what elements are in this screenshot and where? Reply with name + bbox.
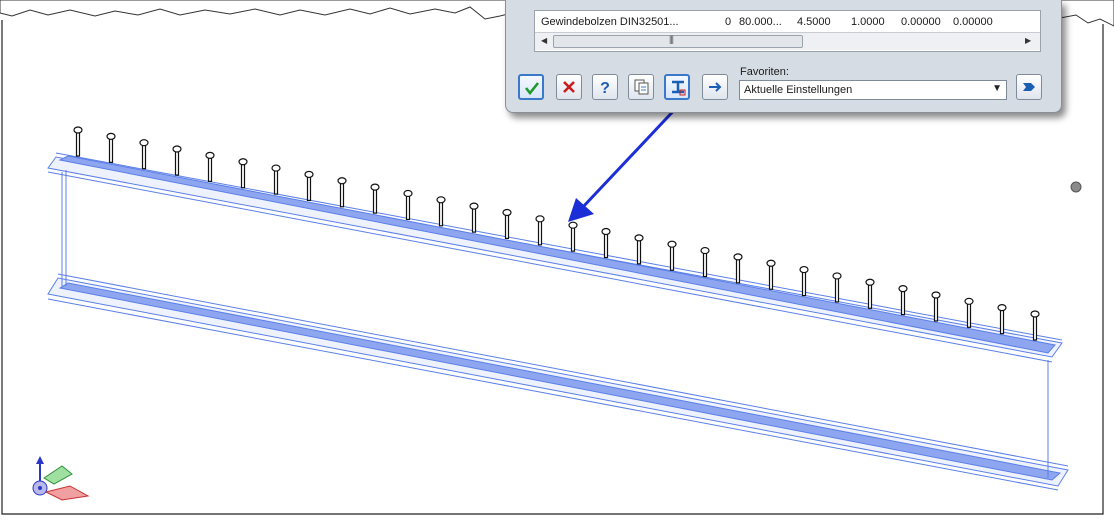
horizontal-scrollbar[interactable]: ◀ ||| ▶ [535, 32, 1040, 50]
apply-favorite-button[interactable] [1016, 74, 1042, 100]
stud-bolt [634, 234, 644, 265]
stud-bolt [337, 177, 347, 208]
next-button[interactable] [702, 74, 728, 100]
pivot-point-icon[interactable] [1070, 181, 1082, 193]
properties-dialog: Gewindebolzen DIN32501... 0 80.000... 4.… [505, 0, 1062, 113]
xyz-axis-triad-icon[interactable] [32, 456, 90, 501]
stud-bolt [535, 215, 545, 246]
scroll-left-icon[interactable]: ◀ [541, 36, 547, 45]
steel-beam[interactable] [47, 152, 1069, 491]
stud-bolt [106, 132, 116, 163]
stud-bolt [502, 208, 512, 240]
cell-col7: 0.00000 [953, 16, 993, 28]
stud-bolt [172, 145, 182, 176]
favorites-dropdown[interactable]: Aktuelle Einstellungen ▼ [739, 80, 1007, 100]
beam-select-button[interactable] [664, 74, 690, 100]
ok-button[interactable] [518, 74, 544, 100]
cell-col4: 4.5000 [797, 16, 831, 28]
annotation-arrow-head [568, 198, 594, 222]
stud-bolt [568, 221, 578, 252]
checkmark-icon [524, 82, 540, 96]
cell-col3: 80.000... [739, 16, 782, 28]
annotation-arrow-line [580, 102, 682, 210]
cancel-button[interactable] [556, 74, 582, 100]
bottom-flange-edge2 [57, 273, 1069, 467]
copy-button[interactable] [628, 74, 654, 100]
stud-bolt [205, 151, 215, 182]
bottom-flange-band [58, 282, 1062, 481]
stud-bolt [667, 240, 677, 271]
stud-bolt [139, 139, 149, 170]
stud-bolt [601, 227, 611, 259]
x-cancel-icon [563, 81, 575, 93]
table-row[interactable]: Gewindebolzen DIN32501... 0 80.000... 4.… [535, 14, 1040, 30]
stud-bolt [238, 158, 248, 189]
top-flange-edge [47, 171, 1053, 363]
stud-bolt [700, 246, 710, 278]
apply-favorite-icon [1023, 83, 1035, 91]
arrow-right-icon [709, 82, 722, 92]
stud-bolt [304, 170, 314, 202]
copy-document-icon [634, 79, 649, 95]
cell-col5: 1.0000 [851, 16, 885, 28]
stud-bolt [733, 253, 743, 284]
stud-bolt [436, 196, 446, 227]
svg-text:?: ? [600, 80, 610, 96]
stud-bolt [370, 183, 380, 214]
scroll-right-icon[interactable]: ▶ [1025, 36, 1031, 45]
stud-bolt [469, 202, 479, 233]
beam-select-icon [672, 80, 686, 96]
favorites-label: Favoriten: [740, 66, 789, 78]
scrollbar-thumb[interactable]: ||| [553, 34, 803, 48]
grip-icon: ||| [669, 34, 674, 44]
chevron-down-icon: ▼ [992, 83, 1002, 94]
cell-name: Gewindebolzen DIN32501... [541, 16, 679, 28]
cell-col6: 0.00000 [901, 16, 941, 28]
stud-bolt [73, 126, 83, 157]
stud-bolt [271, 164, 281, 195]
question-icon: ? [600, 80, 610, 96]
cell-col2: 0 [725, 16, 732, 28]
parameter-table: Gewindebolzen DIN32501... 0 80.000... 4.… [534, 10, 1041, 52]
help-button[interactable]: ? [592, 74, 618, 100]
stud-bolt [403, 189, 413, 221]
favorites-selected-value: Aktuelle Einstellungen [744, 84, 853, 96]
